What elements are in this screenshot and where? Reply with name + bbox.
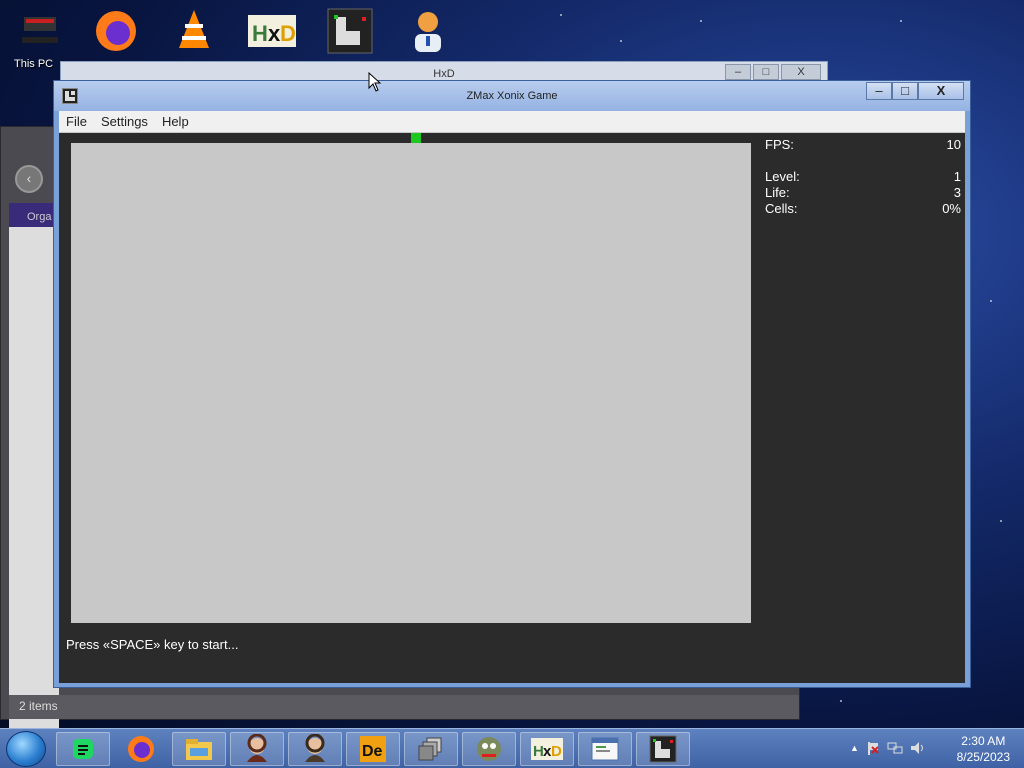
fps-label: FPS:: [765, 137, 794, 152]
hxd-taskbar-icon[interactable]: HxD: [520, 732, 574, 766]
minimize-button[interactable]: –: [866, 82, 892, 100]
firefox-icon[interactable]: [90, 6, 142, 56]
this-pc-label: This PC: [14, 58, 54, 70]
game-field[interactable]: [71, 143, 751, 623]
stats-panel: FPS: 10 Level: 1 Life: 3 Cells: 0%: [765, 137, 961, 217]
file-explorer-icon[interactable]: [172, 732, 226, 766]
xonix-icon[interactable]: [324, 6, 376, 56]
game-client-area: FPS: 10 Level: 1 Life: 3 Cells: 0% Press…: [59, 133, 965, 683]
clock-time: 2:30 AM: [961, 734, 1006, 748]
svg-text:D: D: [280, 21, 296, 46]
hxd-title: HxD: [433, 68, 455, 80]
svg-text:D: D: [551, 743, 562, 760]
firefox-taskbar-icon[interactable]: [114, 732, 168, 766]
fps-row: FPS: 10: [765, 137, 961, 153]
app-portrait-icon[interactable]: [230, 732, 284, 766]
hxd-minimize-button[interactable]: –: [725, 64, 751, 80]
spotify-icon[interactable]: [56, 732, 110, 766]
taskbar-clock[interactable]: 2:30 AM 8/25/2023: [957, 733, 1010, 765]
action-center-flag-icon[interactable]: [866, 741, 880, 755]
level-value: 1: [953, 169, 961, 184]
close-button[interactable]: X: [918, 82, 964, 100]
gimp-icon[interactable]: [462, 732, 516, 766]
cells-row: Cells: 0%: [765, 201, 961, 217]
menu-help[interactable]: Help: [155, 111, 196, 132]
life-label: Life:: [765, 185, 790, 200]
level-label: Level:: [765, 169, 800, 184]
title-bar[interactable]: ZMax Xonix Game – □ X: [54, 81, 970, 111]
hxd-close-button[interactable]: X: [781, 64, 821, 80]
svg-text:H: H: [252, 21, 268, 46]
clock-date: 8/25/2023: [956, 750, 1010, 764]
status-bar-items: 2 items: [9, 695, 799, 719]
notepad-icon[interactable]: [578, 732, 632, 766]
svg-text:De: De: [362, 743, 383, 760]
system-tray: ▲: [850, 741, 926, 755]
back-arrow-icon[interactable]: ‹: [15, 165, 43, 193]
life-value: 3: [953, 185, 961, 200]
hxd-maximize-button[interactable]: □: [753, 64, 779, 80]
player-marker: [411, 133, 421, 143]
cells-value: 0%: [942, 201, 961, 216]
tray-overflow-icon[interactable]: ▲: [850, 741, 859, 755]
level-row: Level: 1: [765, 169, 961, 185]
menu-settings[interactable]: Settings: [94, 111, 155, 132]
network-icon[interactable]: [887, 741, 903, 755]
fps-value: 10: [946, 137, 961, 152]
life-row: Life: 3: [765, 185, 961, 201]
vlc-icon[interactable]: [168, 6, 220, 56]
mouse-cursor-icon: [368, 72, 382, 92]
user-icon[interactable]: [402, 6, 454, 56]
maximize-button[interactable]: □: [892, 82, 918, 100]
menu-bar: File Settings Help: [59, 111, 965, 133]
menu-file[interactable]: File: [59, 111, 94, 132]
this-pc-icon[interactable]: [14, 6, 66, 56]
start-message: Press «SPACE» key to start...: [66, 637, 239, 652]
start-button[interactable]: [6, 731, 46, 767]
de-icon[interactable]: De: [346, 732, 400, 766]
hxd-icon[interactable]: HxD: [246, 6, 298, 56]
xonix-taskbar-icon[interactable]: [636, 732, 690, 766]
volume-icon[interactable]: [910, 741, 926, 755]
app-portrait-icon-2[interactable]: [288, 732, 342, 766]
windows-icon[interactable]: [404, 732, 458, 766]
cells-label: Cells:: [765, 201, 798, 216]
window-title: ZMax Xonix Game: [466, 90, 558, 102]
navigation-pane: [9, 227, 59, 737]
taskbar: De HxD ▲ 2:30 AM 8/25/2023: [0, 728, 1024, 768]
game-window: ZMax Xonix Game – □ X File Settings Help…: [53, 80, 971, 688]
